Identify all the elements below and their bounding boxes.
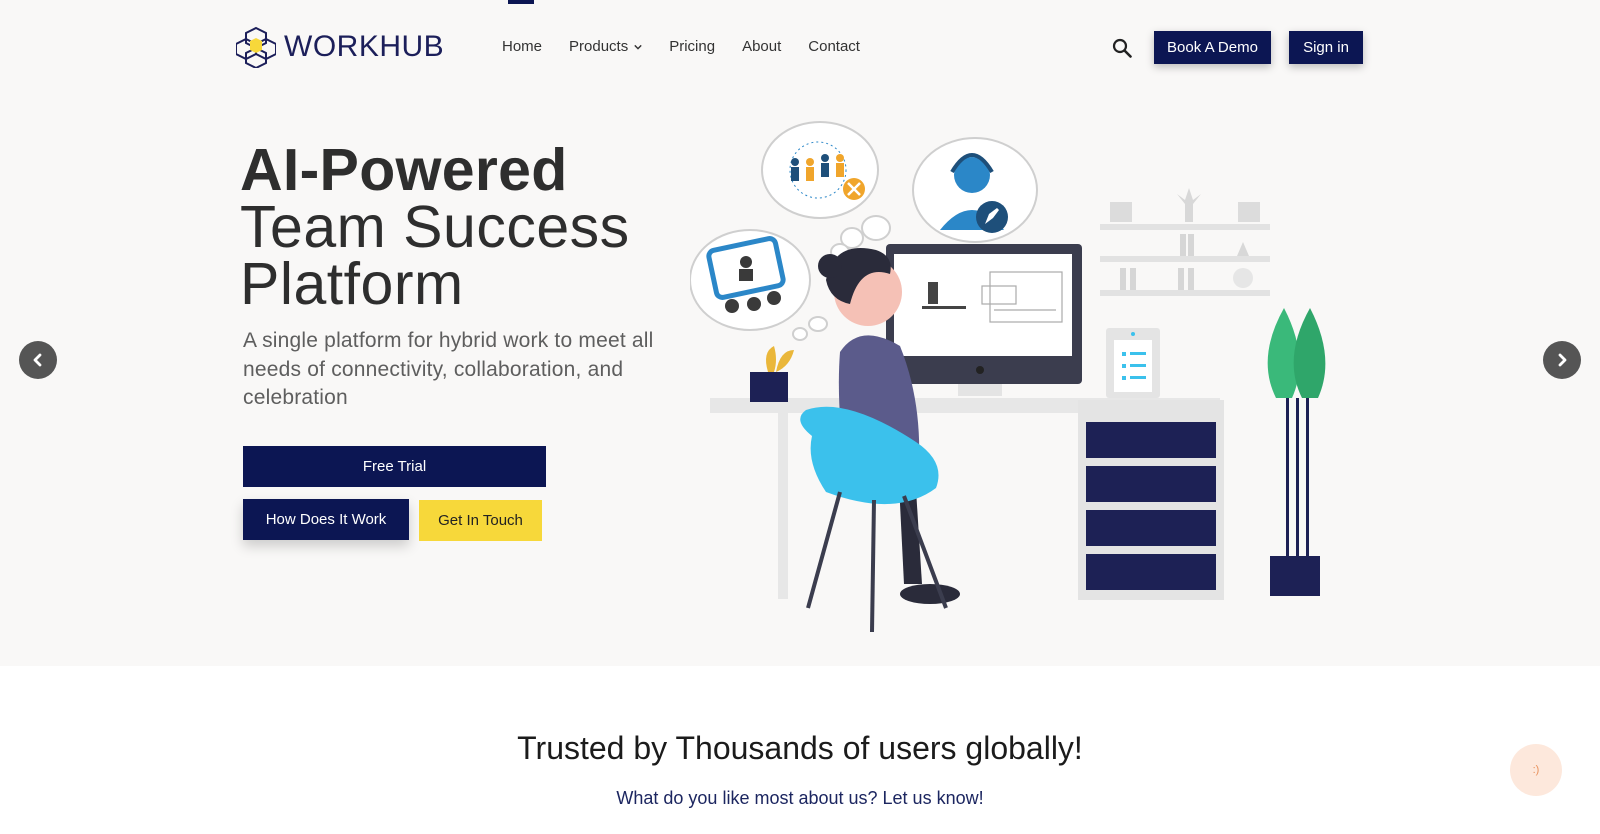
book-demo-button[interactable]: Book A Demo bbox=[1154, 31, 1271, 64]
nav-products-label: Products bbox=[569, 38, 629, 55]
hero-subtitle: A single platform for hybrid work to mee… bbox=[243, 329, 654, 409]
sign-in-button[interactable]: Sign in bbox=[1289, 31, 1363, 64]
free-trial-button[interactable]: Free Trial bbox=[243, 446, 546, 487]
nav-about[interactable]: About bbox=[742, 38, 781, 55]
chevron-right-icon bbox=[1558, 353, 1567, 367]
clipboard-icon bbox=[1106, 328, 1160, 398]
chevron-left-icon bbox=[33, 353, 42, 367]
carousel-next-button[interactable] bbox=[1543, 341, 1581, 379]
get-in-touch-button[interactable]: Get In Touch bbox=[419, 500, 542, 541]
top-accent-bar bbox=[508, 0, 534, 4]
wall-shelves bbox=[1100, 188, 1270, 296]
chevron-down-icon bbox=[634, 44, 642, 50]
nav-contact[interactable]: Contact bbox=[808, 38, 860, 55]
search-icon[interactable] bbox=[1112, 38, 1132, 58]
nav-pricing[interactable]: Pricing bbox=[669, 38, 715, 55]
tall-plant bbox=[1267, 308, 1326, 596]
trusted-heading: Trusted by Thousands of users globally! bbox=[517, 730, 1083, 766]
how-it-works-button[interactable]: How Does It Work bbox=[243, 499, 409, 540]
feedback-prompt-link[interactable]: What do you like most about us? Let us k… bbox=[0, 788, 1600, 809]
drawer-cabinet bbox=[1078, 400, 1224, 600]
carousel-prev-button[interactable] bbox=[19, 341, 57, 379]
monitor bbox=[886, 244, 1082, 396]
nav-home[interactable]: Home bbox=[502, 38, 542, 55]
small-plant bbox=[750, 346, 794, 402]
chat-widget-button[interactable]: :) bbox=[1510, 744, 1562, 796]
hero-title-line3: Platform bbox=[240, 251, 464, 317]
hero-illustration bbox=[690, 121, 1326, 633]
logo[interactable]: WORKHUB bbox=[236, 26, 444, 68]
logo-text: WORKHUB bbox=[284, 30, 445, 63]
logo-cube-icon bbox=[236, 26, 276, 68]
main-nav: Home Products Pricing About Contact bbox=[502, 38, 887, 55]
nav-products[interactable]: Products bbox=[569, 38, 642, 55]
